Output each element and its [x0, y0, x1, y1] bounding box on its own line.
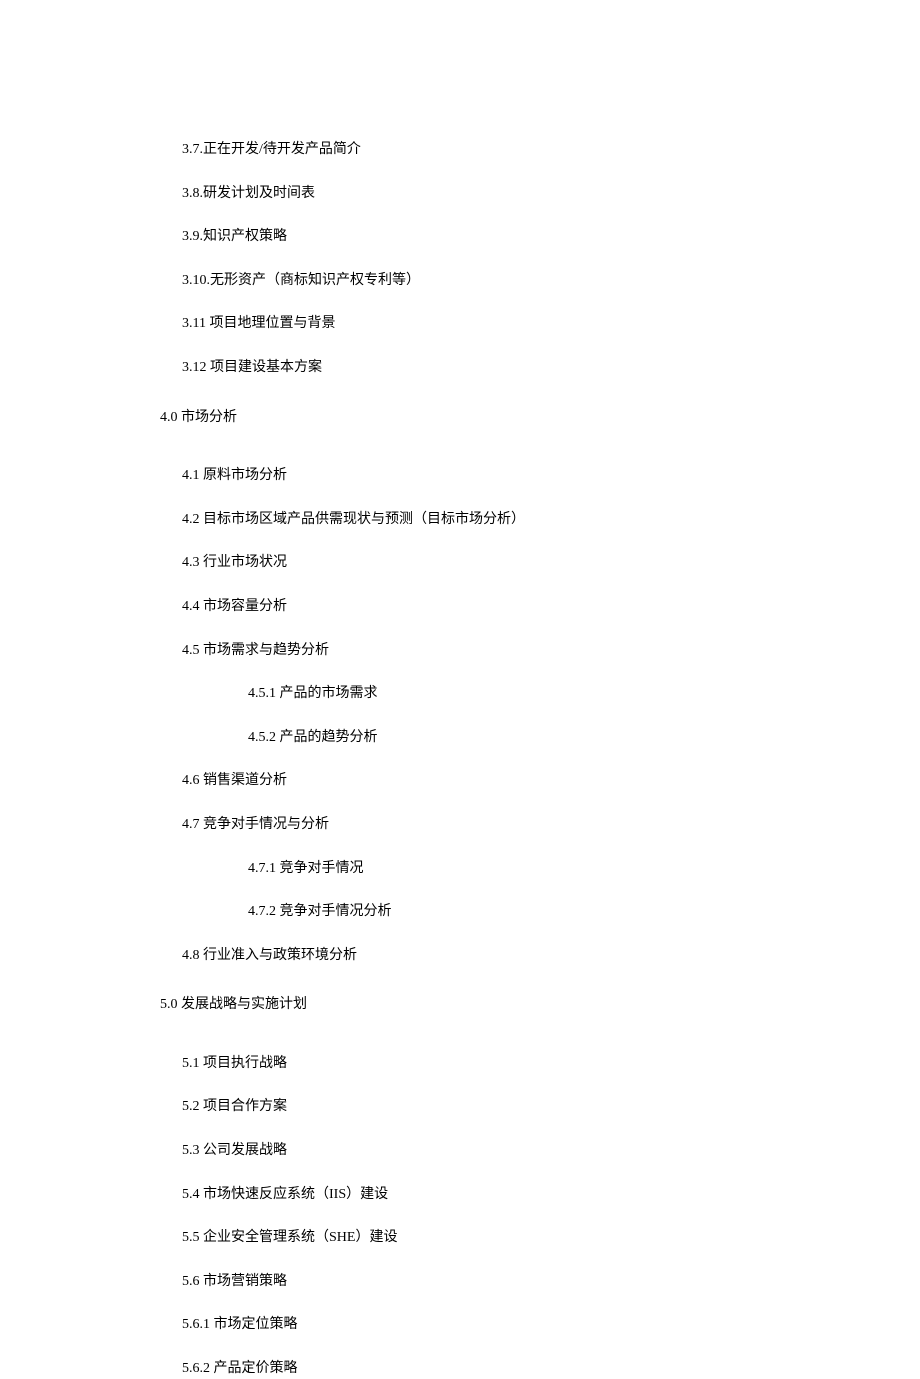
toc-item: 4.8 行业准入与政策环境分析	[0, 946, 920, 966]
toc-item: 3.9.知识产权策略	[0, 227, 920, 247]
toc-item: 5.4 市场快速反应系统（IIS）建设	[0, 1185, 920, 1205]
toc-item: 4.2 目标市场区域产品供需现状与预测（目标市场分析）	[0, 510, 920, 530]
toc-item: 5.2 项目合作方案	[0, 1097, 920, 1117]
toc-item: 5.1 项目执行战略	[0, 1054, 920, 1074]
toc-item: 5.3 公司发展战略	[0, 1141, 920, 1161]
toc-item: 4.7 竞争对手情况与分析	[0, 815, 920, 835]
toc-item: 3.11 项目地理位置与背景	[0, 314, 920, 334]
toc-item: 4.1 原料市场分析	[0, 466, 920, 486]
toc-item: 3.10.无形资产（商标知识产权专利等）	[0, 271, 920, 291]
toc-item: 4.5.1 产品的市场需求	[0, 684, 920, 704]
toc-item: 5.6 市场营销策略	[0, 1272, 920, 1292]
toc-item: 4.5.2 产品的趋势分析	[0, 728, 920, 748]
toc-item: 3.12 项目建设基本方案	[0, 358, 920, 378]
toc-item: 5.5 企业安全管理系统（SHE）建设	[0, 1228, 920, 1248]
toc-section: 4.0 市场分析	[0, 408, 920, 428]
toc-item: 4.6 销售渠道分析	[0, 771, 920, 791]
toc-item: 4.3 行业市场状况	[0, 553, 920, 573]
toc-item: 5.6.1 市场定位策略	[0, 1315, 920, 1335]
toc-section: 5.0 发展战略与实施计划	[0, 995, 920, 1015]
toc-item: 4.7.1 竞争对手情况	[0, 859, 920, 879]
toc-item: 4.5 市场需求与趋势分析	[0, 641, 920, 661]
document-outline: 3.7.正在开发/待开发产品简介 3.8.研发计划及时间表 3.9.知识产权策略 3.…	[0, 140, 920, 1379]
spacer	[0, 451, 920, 466]
toc-item: 3.7.正在开发/待开发产品简介	[0, 140, 920, 160]
toc-item: 3.8.研发计划及时间表	[0, 184, 920, 204]
toc-item: 5.6.2 产品定价策略	[0, 1359, 920, 1379]
spacer	[0, 1039, 920, 1054]
toc-item: 4.4 市场容量分析	[0, 597, 920, 617]
toc-item: 4.7.2 竞争对手情况分析	[0, 902, 920, 922]
